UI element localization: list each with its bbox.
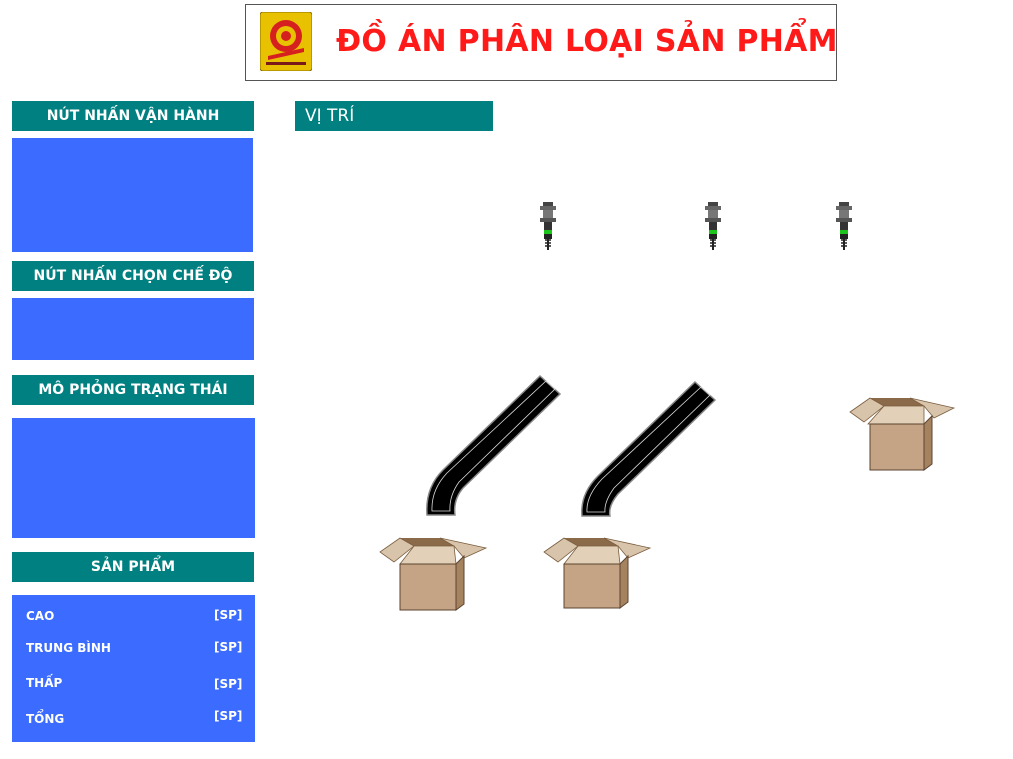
products-panel: CAO [SP] TRUNG BÌNH [SP] THẤP [SP] TỔNG … bbox=[12, 595, 255, 742]
operation-buttons-header: NÚT NHẤN VẬN HÀNH bbox=[12, 101, 254, 131]
title-box: ĐỒ ÁN PHÂN LOẠI SẢN PHẨM bbox=[245, 4, 838, 81]
cardboard-box-icon bbox=[849, 397, 956, 471]
chute-icon bbox=[426, 374, 562, 516]
product-value-high: [SP] bbox=[214, 608, 243, 622]
product-label-low: THẤP bbox=[26, 676, 63, 690]
product-label-medium: TRUNG BÌNH bbox=[26, 641, 111, 655]
product-label-high: CAO bbox=[26, 609, 55, 623]
page-title: ĐỒ ÁN PHÂN LOẠI SẢN PHẨM bbox=[336, 24, 838, 59]
university-logo-icon bbox=[259, 11, 313, 72]
proximity-sensor-icon bbox=[705, 202, 721, 250]
position-header: VỊ TRÍ bbox=[295, 101, 493, 131]
cardboard-box-icon bbox=[379, 537, 488, 611]
status-simulation-panel bbox=[12, 418, 255, 538]
mode-buttons-panel[interactable] bbox=[12, 298, 254, 360]
product-value-medium: [SP] bbox=[214, 640, 243, 654]
mode-buttons-header: NÚT NHẤN CHỌN CHẾ ĐỘ bbox=[12, 261, 254, 291]
product-label-total: TỔNG bbox=[26, 712, 65, 726]
product-value-low: [SP] bbox=[214, 677, 243, 691]
product-value-total: [SP] bbox=[214, 709, 243, 723]
cardboard-box-icon bbox=[543, 537, 652, 609]
operation-buttons-panel[interactable] bbox=[12, 138, 253, 252]
products-header: SẢN PHẨM bbox=[12, 552, 254, 582]
status-simulation-header: MÔ PHỎNG TRẠNG THÁI bbox=[12, 375, 254, 405]
proximity-sensor-icon bbox=[540, 202, 556, 250]
proximity-sensor-icon bbox=[836, 202, 852, 250]
chute-icon bbox=[581, 380, 717, 517]
